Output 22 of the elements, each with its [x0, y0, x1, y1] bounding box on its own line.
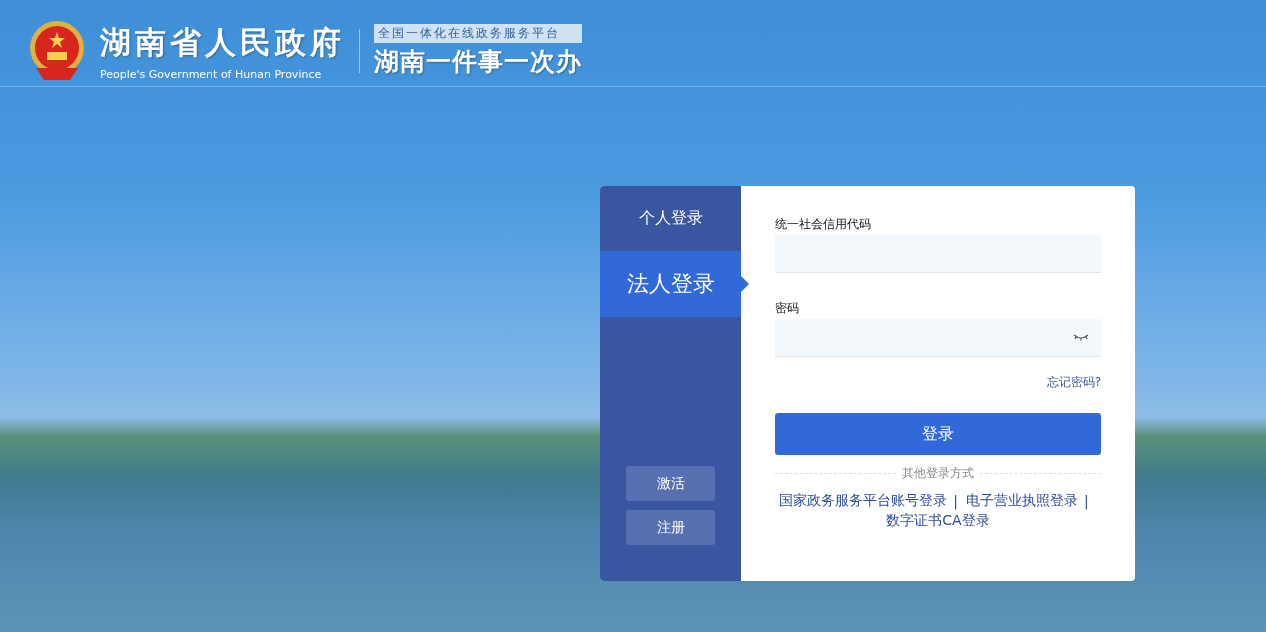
site-title: 湖南省人民政府 [100, 22, 345, 62]
link-separator: | [953, 493, 958, 509]
emblem-icon [28, 20, 86, 82]
site-subtitle: People's Government of Hunan Province [100, 67, 323, 81]
login-method-link[interactable]: 数字证书CA登录 [886, 512, 990, 530]
platform-tag: 全国一体化在线政务服务平台 [374, 24, 582, 43]
side-button[interactable]: 激活 [626, 466, 715, 501]
tab-pointer [741, 276, 749, 292]
input-field[interactable] [775, 235, 1101, 273]
closed-eye-icon[interactable] [1073, 334, 1089, 341]
login-method-link[interactable]: 电子营业执照登录 [966, 492, 1078, 510]
side-button[interactable]: 注册 [626, 510, 715, 545]
other-login-title: 其他登录方式 [902, 465, 974, 482]
field-label: 密码 [775, 300, 800, 317]
platform-name: 湖南一件事一次办 [374, 46, 582, 78]
field-label: 统一社会信用代码 [775, 216, 872, 233]
link-separator: | [1084, 493, 1089, 509]
login-button[interactable]: 登录 [775, 413, 1101, 455]
login-method-link[interactable]: 国家政务服务平台账号登录 [779, 492, 948, 510]
input-field[interactable] [775, 319, 1101, 357]
forgot-password-link[interactable]: 忘记密码? [1046, 374, 1101, 391]
login-tab[interactable]: 个人登录 [600, 186, 741, 251]
